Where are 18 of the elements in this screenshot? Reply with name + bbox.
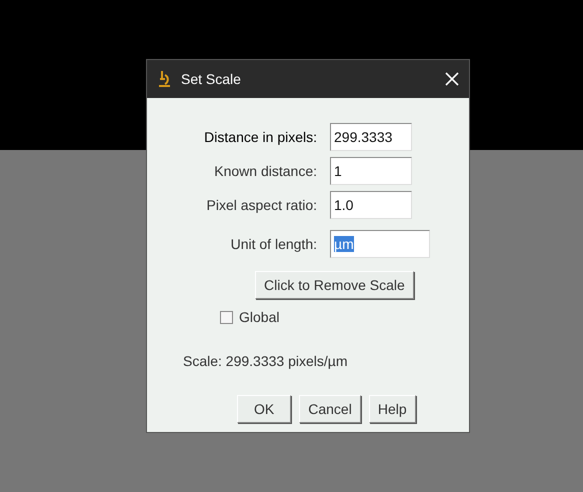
field-label: Pixel aspect ratio: xyxy=(206,197,317,213)
cancel-button[interactable]: Cancel xyxy=(299,395,361,423)
input-field[interactable]: µm xyxy=(330,230,430,258)
field-label: Unit of length: xyxy=(230,236,317,252)
input-field[interactable]: 1.0 xyxy=(330,191,412,219)
remove-scale-button[interactable]: Click to Remove Scale xyxy=(255,271,414,299)
input-field[interactable]: 299.3333 xyxy=(330,123,412,151)
window-title: Set Scale xyxy=(181,71,242,87)
global-checkbox[interactable] xyxy=(220,310,233,324)
microscope-icon xyxy=(157,70,171,88)
checkbox-label: Global xyxy=(239,309,280,325)
close-icon[interactable] xyxy=(445,72,459,86)
field-label: Distance in pixels: xyxy=(203,129,317,145)
input-field[interactable]: 1 xyxy=(330,157,412,185)
help-button[interactable]: Help xyxy=(368,395,416,423)
ok-button[interactable]: OK xyxy=(237,395,292,423)
field-label: Known distance: xyxy=(213,163,317,179)
scale-text: Scale: 299.3333 pixels/µm xyxy=(183,353,348,369)
